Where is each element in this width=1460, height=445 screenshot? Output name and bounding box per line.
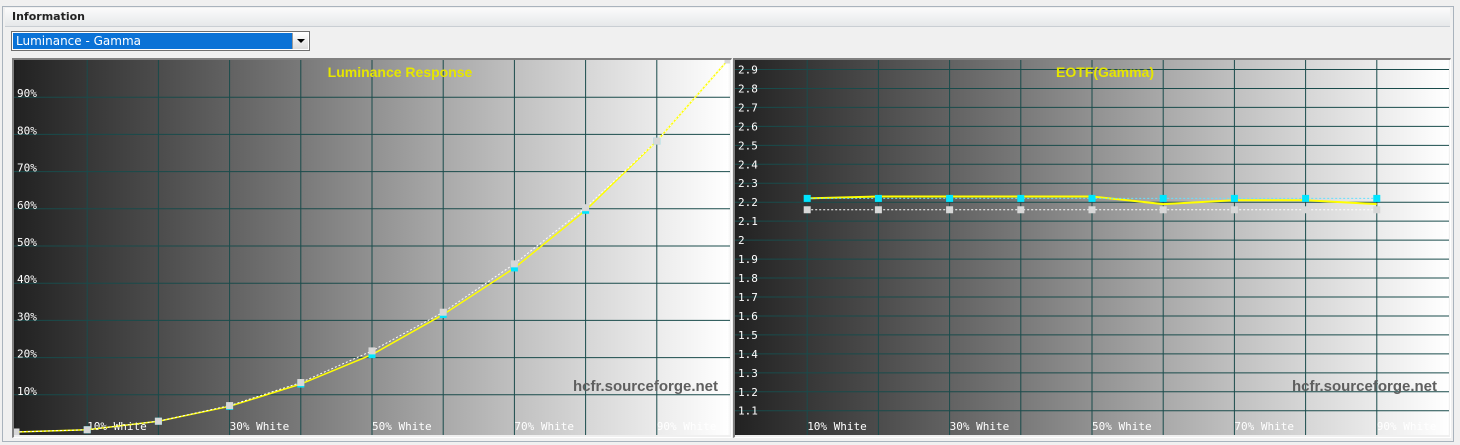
background-band [949,60,1022,435]
series-point [1159,206,1167,214]
y-tick-label: 2.8 [738,82,758,95]
series-point [803,194,811,202]
series-point [297,379,305,387]
series-point [1373,194,1381,202]
view-selector-dropdown[interactable]: Luminance - Gamma [11,31,310,51]
series-point [1302,206,1310,214]
y-tick-label: 1.8 [738,272,758,285]
panel-title: Information [12,10,85,23]
view-selector-value: Luminance - Gamma [13,33,292,49]
series-point [1373,206,1381,214]
x-tick-label: 70% White [1234,420,1294,433]
series-point [803,206,811,214]
y-tick-label: 1.1 [738,405,758,418]
series-point [1159,194,1167,202]
y-tick-label: 70% [17,162,37,175]
series-point [226,402,234,410]
y-tick-label: 1.4 [738,348,758,361]
y-tick-label: 50% [17,236,37,249]
y-tick-label: 2.5 [738,139,758,152]
watermark: hcfr.sourceforge.net [1292,378,1437,395]
chart-title: EOTF(Gamma) [1056,64,1154,80]
series-point [1302,194,1310,202]
x-tick-label: 50% White [1092,420,1152,433]
series-point [154,417,162,425]
series-point [510,260,518,268]
luminance-response-chart: 10%20%30%40%50%60%70%80%90%10% White 30% … [14,60,730,435]
y-tick-label: 80% [17,124,37,137]
y-tick-label: 30% [17,310,37,323]
y-tick-label: 2.3 [738,177,758,190]
chart-title: Luminance Response [328,64,473,80]
y-tick-label: 40% [17,273,37,286]
x-tick-label: 10% White [807,420,867,433]
y-tick-label: 60% [17,199,37,212]
x-tick-label: 90% White [1377,420,1437,433]
series-point [1230,194,1238,202]
series-point [1230,206,1238,214]
series-point [724,60,730,64]
background-band [300,60,373,435]
series-point [1017,206,1025,214]
chevron-down-icon[interactable] [292,33,308,49]
series-point [946,194,954,202]
series-point [946,206,954,214]
background-band [87,60,159,435]
eotf-gamma-chart: 1.1 1.2 1.3 1.4 1.5 1.6 1.7 1.8 1.9 2 2.1 2.2 2.3 2.4… [735,60,1449,435]
series-point [582,204,590,212]
y-tick-label: 2.2 [738,196,758,209]
series-point [1017,194,1025,202]
series-point [1088,206,1096,214]
background-band [443,60,515,435]
y-tick-label: 1.3 [738,367,758,380]
y-tick-label: 90% [17,87,37,100]
y-tick-label: 2.7 [738,101,758,114]
background-band [158,60,231,435]
x-tick-label: 70% White [514,420,574,433]
y-tick-label: 2.1 [738,215,758,228]
watermark: hcfr.sourceforge.net [573,378,718,395]
y-tick-label: 10% [17,385,37,398]
series-point [653,137,661,145]
panel-header: Information [5,8,1450,27]
y-tick-label: 1.6 [738,310,758,323]
y-tick-label: 1.7 [738,291,758,304]
x-tick-label: 50% White [372,420,432,433]
y-tick-label: 2 [738,234,745,247]
y-tick-label: 1.2 [738,386,758,399]
y-tick-label: 20% [17,348,37,361]
background-band [1092,60,1164,435]
series-point [83,426,91,434]
background-band [1163,60,1235,435]
background-band [878,60,951,435]
series-point [439,308,447,316]
x-tick-label: 90% White [657,420,717,433]
series-point [368,347,376,355]
x-tick-label: 30% White [230,420,290,433]
background-band [807,60,879,435]
background-band [1020,60,1093,435]
series-point [874,206,882,214]
background-band [229,60,302,435]
series-point [1088,194,1096,202]
series-point [874,194,882,202]
y-tick-label: 2.6 [738,120,758,133]
series-point [14,428,20,435]
background-band [372,60,444,435]
y-tick-label: 1.5 [738,329,758,342]
y-tick-label: 1.9 [738,253,758,266]
y-tick-label: 2.9 [738,63,758,76]
x-tick-label: 30% White [950,420,1010,433]
y-tick-label: 2.4 [738,158,758,171]
